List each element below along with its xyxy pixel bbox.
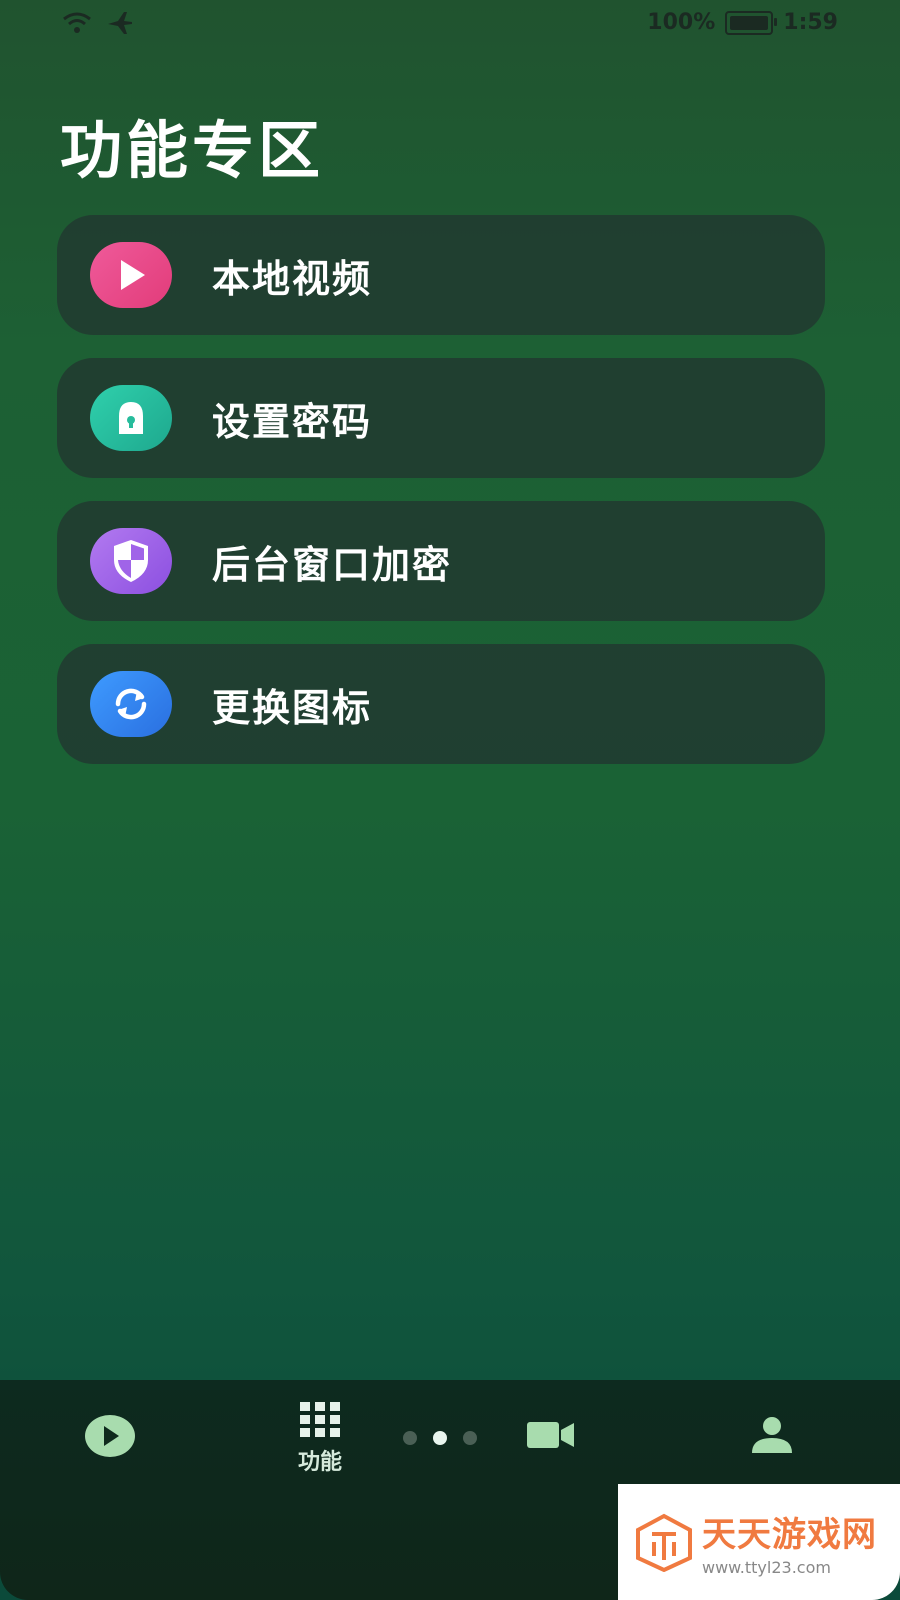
lock-icon: [90, 385, 172, 451]
watermark-url: www.ttyl23.com: [702, 1558, 831, 1577]
menu-item-label: 本地视频: [212, 256, 373, 301]
clock: 1:59: [783, 10, 838, 35]
nav-tab-features[interactable]: 功能: [298, 1402, 342, 1476]
watermark: 天天游戏网 www.ttyl23.com: [618, 1484, 900, 1600]
user-icon: [752, 1417, 792, 1453]
nav-tab-video[interactable]: [527, 1420, 575, 1450]
play-circle-icon: [85, 1415, 135, 1457]
menu-item-label: 更换图标: [212, 685, 373, 730]
pager-dot-active[interactable]: [433, 1431, 447, 1445]
pager-dot[interactable]: [403, 1431, 417, 1445]
nav-tab-profile[interactable]: [750, 1416, 794, 1454]
feature-menu: 本地视频 设置密码 后台窗口加密 更换图标: [57, 215, 825, 787]
refresh-icon: [90, 671, 172, 737]
grid-icon: [300, 1402, 340, 1437]
airplane-icon: [108, 12, 132, 34]
battery-icon: [725, 10, 778, 35]
menu-item-label: 设置密码: [212, 399, 373, 444]
page-title: 功能专区: [60, 114, 325, 187]
site-logo-icon: [636, 1513, 692, 1572]
menu-item-background-window-encrypt[interactable]: 后台窗口加密: [57, 501, 825, 621]
shield-icon: [90, 528, 172, 594]
menu-item-set-password[interactable]: 设置密码: [57, 358, 825, 478]
nav-tab-label: 功能: [298, 1450, 343, 1475]
menu-item-label: 后台窗口加密: [212, 542, 453, 587]
watermark-title: 天天游戏网: [702, 1515, 877, 1555]
app-screen: 100% 1:59 功能专区 本地视频 设置密码 后台窗口加密 更换图标 功能 …: [0, 0, 900, 1600]
status-bar: 100% 1:59: [0, 0, 900, 48]
wifi-icon: [63, 12, 91, 33]
nav-tab-play[interactable]: [84, 1414, 136, 1458]
play-icon: [90, 242, 172, 308]
status-icons-left: [62, 10, 134, 36]
menu-item-local-video[interactable]: 本地视频: [57, 215, 825, 335]
pager-dot[interactable]: [463, 1431, 477, 1445]
video-camera-icon: [527, 1422, 574, 1448]
pager-indicator: [403, 1431, 477, 1445]
battery-percent: 100%: [647, 10, 716, 35]
menu-item-change-icon[interactable]: 更换图标: [57, 644, 825, 764]
status-icons-right: 100% 1:59: [647, 10, 838, 35]
